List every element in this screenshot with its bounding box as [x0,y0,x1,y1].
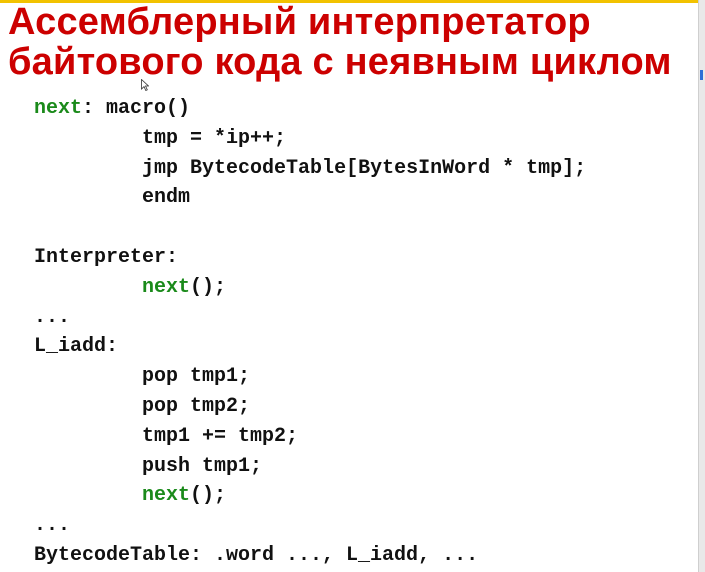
code-line: tmp1 += tmp2; [34,422,586,452]
code-line: next(); [34,273,586,303]
scrollbar-marker [700,70,703,80]
code-line: L_iadd: [34,332,586,362]
code-line: ... [34,303,586,333]
code-keyword-next: next [142,484,191,508]
code-text: push tmp1; [142,454,263,478]
code-text: (); [190,484,227,508]
code-keyword-next: next [142,275,191,299]
code-line: push tmp1; [34,452,586,482]
window-edge-scrollbar[interactable] [698,0,705,572]
code-text: tmp = *ip++; [142,126,287,150]
code-text: BytecodeTable: .word ..., L_iadd, ... [34,543,479,567]
code-text: ... [34,305,71,329]
code-text: L_iadd: [34,335,119,359]
code-text: tmp1 += tmp2; [142,424,299,448]
code-line: pop tmp1; [34,362,586,392]
code-line: jmp BytecodeTable[BytesInWord * tmp]; [34,154,586,184]
code-line: next: macro() [34,94,586,124]
code-line: ... [34,511,586,541]
slide-title-line-1: Ассемблерный интерпретатор [8,1,591,43]
code-text: (); [190,275,227,299]
code-text: pop tmp2; [142,394,251,418]
code-text: pop tmp1; [142,365,251,389]
code-text: ... [34,514,71,538]
code-text: : macro() [82,97,191,120]
code-line: Interpreter: [34,243,586,273]
code-text: endm [142,186,191,210]
mouse-pointer-icon [141,79,149,91]
code-text: Interpreter: [34,245,179,269]
code-line: BytecodeTable: .word ..., L_iadd, ... [34,541,586,571]
code-keyword-next: next [34,97,83,120]
slide-title-line-2: байтового кода с неявным циклом [8,41,672,83]
code-line: next(); [34,481,586,511]
code-line: pop tmp2; [34,392,586,422]
code-text: jmp BytecodeTable[BytesInWord * tmp]; [142,156,587,180]
code-line: endm [34,183,586,213]
code-listing: next: macro() tmp = *ip++; jmp BytecodeT… [34,94,586,571]
code-line: tmp = *ip++; [34,124,586,154]
slide-title: Ассемблерный интерпретатор байтового код… [8,2,672,82]
